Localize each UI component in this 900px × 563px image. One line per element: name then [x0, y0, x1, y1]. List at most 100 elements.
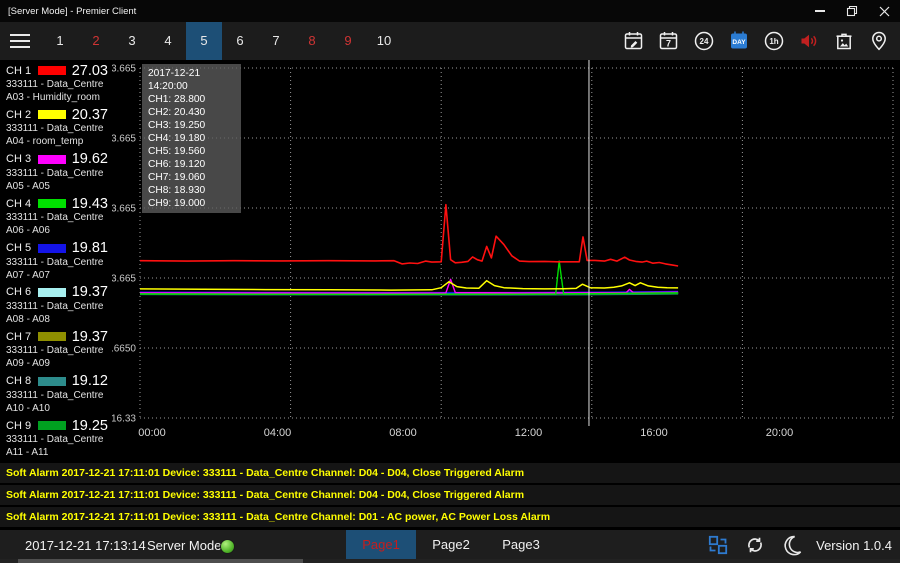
page-number-tab-3[interactable]: 3: [114, 22, 150, 60]
calendar-edit-icon[interactable]: [622, 29, 646, 53]
channel-value: 19.12: [72, 373, 108, 389]
channel-point: A03 - Humidity_room: [6, 91, 108, 104]
channel-color-swatch: [38, 332, 66, 341]
x-axis-label: 04:00: [264, 427, 292, 439]
channel-item-ch4[interactable]: CH 4 19.43 333111 - Data_Centre A06 - A0…: [0, 193, 112, 237]
sync-icon[interactable]: [743, 533, 767, 557]
range-24h-icon-glyph: 24: [692, 29, 716, 53]
tooltip-row-ch7: CH7: 19.060: [148, 171, 241, 184]
location-pin-icon[interactable]: [867, 29, 891, 53]
range-1h-icon[interactable]: 1h: [762, 29, 786, 53]
page-tab-page3[interactable]: Page3: [486, 530, 556, 560]
toolbar: 12345678910 724DAY1h: [0, 22, 900, 60]
page-number-tab-6[interactable]: 6: [222, 22, 258, 60]
channel-header: CH 8 19.12: [6, 374, 108, 389]
y-axis-label: 83.665: [112, 64, 136, 75]
channel-item-ch5[interactable]: CH 5 19.81 333111 - Data_Centre A07 - A0…: [0, 238, 112, 282]
day-view-icon[interactable]: DAY: [727, 29, 751, 53]
server-mode-label: Server Mode: [147, 530, 221, 561]
page-tab-page1[interactable]: Page1: [346, 530, 416, 560]
alarm-row-2[interactable]: Soft Alarm 2017-12-21 17:11:01 Device: 3…: [0, 485, 900, 505]
channel-color-swatch: [38, 288, 66, 297]
channel-item-ch1[interactable]: CH 1 27.03 333111 - Data_Centre A03 - Hu…: [0, 60, 112, 104]
channel-id: CH 1: [6, 65, 34, 77]
x-axis-label: 16:00: [640, 427, 668, 439]
window-title: [Server Mode] - Premier Client: [8, 6, 136, 17]
snapshot-bin-icon[interactable]: [832, 29, 856, 53]
alarm-row-1[interactable]: Soft Alarm 2017-12-21 17:11:01 Device: 3…: [0, 463, 900, 483]
svg-text:1h: 1h: [769, 37, 778, 46]
page-tabs: Page1Page2Page3: [346, 530, 556, 560]
page-tab-page2[interactable]: Page2: [416, 530, 486, 560]
channel-value: 19.43: [72, 196, 108, 212]
channel-point: A11 - A11: [6, 446, 108, 459]
page-number-tab-5[interactable]: 5: [186, 22, 222, 60]
channel-header: CH 5 19.81: [6, 241, 108, 256]
window-controls: [804, 0, 900, 22]
range-24h-icon[interactable]: 24: [692, 29, 716, 53]
page-number-tab-8[interactable]: 8: [294, 22, 330, 60]
layout-switch-icon[interactable]: [706, 533, 730, 557]
minimize-icon: [815, 10, 825, 12]
dark-mode-icon-glyph: [780, 533, 804, 557]
channel-device: 333111 - Data_Centre: [6, 167, 108, 180]
speaker-icon-glyph: [797, 29, 821, 53]
x-axis-label: 00:00: [138, 427, 166, 439]
channel-id: CH 9: [6, 420, 34, 432]
chart-region: 83.66563.66543.66523.6653.6650-16.3300:0…: [112, 60, 900, 460]
channel-header: CH 7 19.37: [6, 329, 108, 344]
alarm-row-3[interactable]: Soft Alarm 2017-12-21 17:11:01 Device: 3…: [0, 507, 900, 527]
channel-point: A05 - A05: [6, 180, 108, 193]
channel-item-ch2[interactable]: CH 2 20.37 333111 - Data_Centre A04 - ro…: [0, 104, 112, 148]
layout-switch-icon-glyph: [706, 533, 730, 557]
speaker-icon[interactable]: [797, 29, 821, 53]
maximize-button[interactable]: [836, 0, 868, 22]
alarm-scrollbar-thumb[interactable]: [18, 559, 303, 563]
tooltip-row-ch8: CH8: 18.930: [148, 184, 241, 197]
tooltip-row-ch6: CH6: 19.120: [148, 158, 241, 171]
page-number-tab-9[interactable]: 9: [330, 22, 366, 60]
toolbar-icons: 7 24 DAY 1h: [622, 29, 891, 53]
page-number-tab-10[interactable]: 10: [366, 22, 402, 60]
day-view-icon-glyph: DAY: [727, 29, 751, 53]
page-number-tab-7[interactable]: 7: [258, 22, 294, 60]
svg-text:DAY: DAY: [732, 39, 746, 46]
status-timestamp: 2017-12-21 17:13:14: [25, 530, 146, 561]
svg-text:24: 24: [700, 37, 709, 46]
channel-value: 19.25: [72, 418, 108, 434]
channel-item-ch3[interactable]: CH 3 19.62 333111 - Data_Centre A05 - A0…: [0, 149, 112, 193]
channel-item-ch7[interactable]: CH 7 19.37 333111 - Data_Centre A09 - A0…: [0, 326, 112, 370]
channel-item-ch9[interactable]: CH 9 19.25 333111 - Data_Centre A11 - A1…: [0, 415, 112, 459]
channel-id: CH 4: [6, 198, 34, 210]
channel-point: A06 - A06: [6, 224, 108, 237]
channel-id: CH 6: [6, 286, 34, 298]
minimize-button[interactable]: [804, 0, 836, 22]
close-button[interactable]: [868, 0, 900, 22]
channel-header: CH 4 19.43: [6, 196, 108, 211]
page-number-tab-2[interactable]: 2: [78, 22, 114, 60]
alarm-scrollbar[interactable]: [0, 559, 900, 563]
channel-device: 333111 - Data_Centre: [6, 389, 108, 402]
channel-value: 19.81: [72, 240, 108, 256]
y-axis-label: -16.33: [112, 414, 136, 425]
channel-device: 333111 - Data_Centre: [6, 433, 108, 446]
location-pin-icon-glyph: [867, 29, 891, 53]
dark-mode-icon[interactable]: [780, 533, 804, 557]
y-axis-label: 3.6650: [112, 344, 136, 355]
tooltip-row-ch4: CH4: 19.180: [148, 132, 241, 145]
channel-color-swatch: [38, 110, 66, 119]
menu-icon[interactable]: [10, 34, 30, 48]
calendar-week-icon[interactable]: 7: [657, 29, 681, 53]
channel-device: 333111 - Data_Centre: [6, 300, 108, 313]
tooltip-row-ch2: CH2: 20.430: [148, 106, 241, 119]
page-number-tabs: 12345678910: [42, 22, 402, 60]
channel-point: A08 - A08: [6, 313, 108, 326]
channel-item-ch8[interactable]: CH 8 19.12 333111 - Data_Centre A10 - A1…: [0, 371, 112, 415]
y-axis-label: 63.665: [112, 134, 136, 145]
channel-color-swatch: [38, 377, 66, 386]
channel-header: CH 9 19.25: [6, 418, 108, 433]
series-line-ch1: [140, 205, 678, 266]
page-number-tab-4[interactable]: 4: [150, 22, 186, 60]
page-number-tab-1[interactable]: 1: [42, 22, 78, 60]
channel-item-ch6[interactable]: CH 6 19.37 333111 - Data_Centre A08 - A0…: [0, 282, 112, 326]
